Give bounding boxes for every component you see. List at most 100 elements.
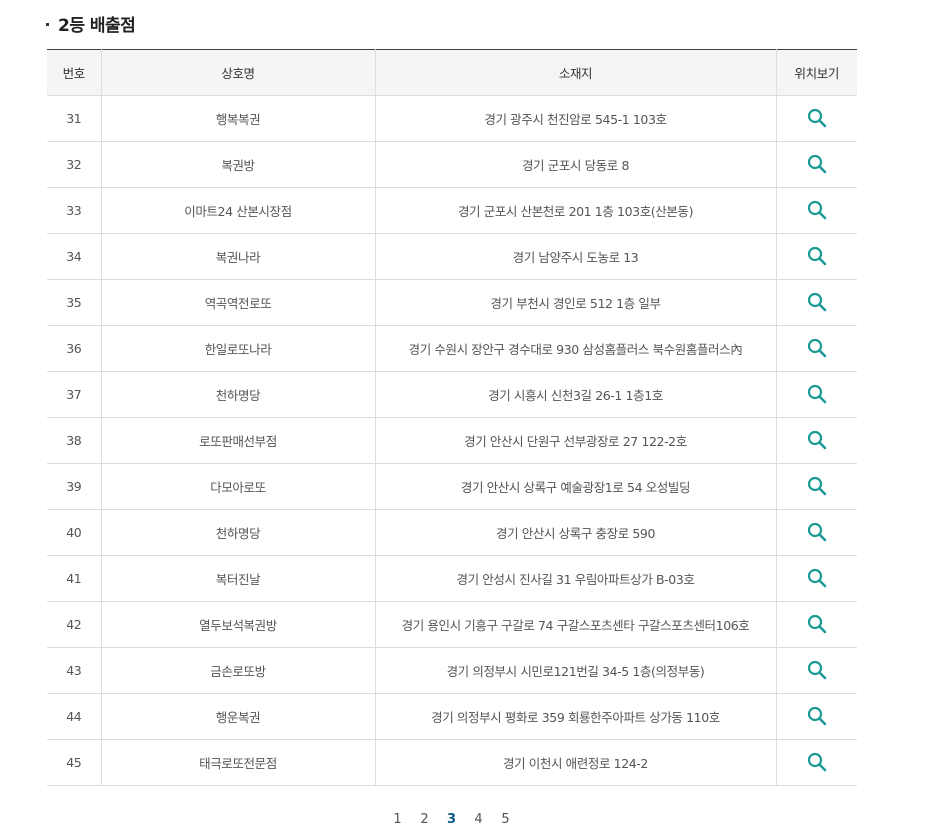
cell-number: 41 — [47, 555, 102, 602]
title-bullet — [46, 22, 49, 26]
cell-number: 42 — [47, 601, 102, 648]
cell-store-name: 로또판매선부점 — [100, 417, 376, 464]
cell-number: 31 — [47, 95, 102, 142]
table-row: 39 다모아로또 경기 안산시 상록구 예술광장1로 54 오성빌딩 — [47, 463, 857, 510]
table-row: 43 금손로또방 경기 의정부시 시민로121번길 34-5 1층(의정부동) — [47, 647, 857, 694]
cell-number: 40 — [47, 509, 102, 556]
cell-address: 경기 부천시 경인로 512 1층 일부 — [374, 279, 777, 326]
table-row: 44 행운복권 경기 의정부시 평화로 359 회룡한주아파트 상가동 110호 — [47, 693, 857, 740]
cell-store-name: 행운복권 — [100, 693, 376, 740]
page: 2등 배출점 번호 상호명 소재지 위치보기 31 행복복권 경기 광주시 천진암로… — [0, 0, 951, 837]
search-icon[interactable] — [807, 660, 827, 680]
store-table: 번호 상호명 소재지 위치보기 31 행복복권 경기 광주시 천진암로 545-1 … — [47, 49, 857, 786]
header-address: 소재지 — [374, 49, 777, 96]
view-location-button[interactable] — [805, 106, 829, 130]
cell-map — [775, 187, 857, 234]
search-icon[interactable] — [807, 246, 827, 266]
search-icon[interactable] — [807, 154, 827, 174]
view-location-button[interactable] — [805, 382, 829, 406]
page-link-4[interactable]: 4 — [465, 812, 492, 832]
search-icon[interactable] — [807, 292, 827, 312]
cell-number: 45 — [47, 739, 102, 786]
cell-address: 경기 용인시 기흥구 구갈로 74 구갈스포츠센타 구갈스포츠센터106호 — [374, 601, 777, 648]
search-icon[interactable] — [807, 108, 827, 128]
search-icon[interactable] — [807, 752, 827, 772]
table-row: 38 로또판매선부점 경기 안산시 단원구 선부광장로 27 122-2호 — [47, 417, 857, 464]
cell-map — [775, 371, 857, 418]
cell-address: 경기 시흥시 신천3길 26-1 1층1호 — [374, 371, 777, 418]
view-location-button[interactable] — [805, 244, 829, 268]
search-icon[interactable] — [807, 614, 827, 634]
view-location-button[interactable] — [805, 704, 829, 728]
table-row: 42 열두보석복권방 경기 용인시 기흥구 구갈로 74 구갈스포츠센타 구갈스포츠… — [47, 601, 857, 648]
cell-number: 34 — [47, 233, 102, 280]
cell-number: 35 — [47, 279, 102, 326]
cell-map — [775, 417, 857, 464]
cell-address: 경기 군포시 당동로 8 — [374, 141, 777, 188]
section-title-text: 2등 배출점 — [58, 15, 136, 36]
cell-address: 경기 안산시 상록구 충장로 590 — [374, 509, 777, 556]
header-map: 위치보기 — [775, 49, 857, 96]
search-icon[interactable] — [807, 200, 827, 220]
cell-number: 36 — [47, 325, 102, 372]
view-location-button[interactable] — [805, 290, 829, 314]
cell-address: 경기 안성시 진사길 31 우림아파트상가 B-03호 — [374, 555, 777, 602]
table-row: 36 한일로또나라 경기 수원시 장안구 경수대로 930 삼성홈플러스 북수원홈플… — [47, 325, 857, 372]
cell-number: 32 — [47, 141, 102, 188]
cell-map — [775, 739, 857, 786]
view-location-button[interactable] — [805, 198, 829, 222]
cell-address: 경기 안산시 상록구 예술광장1로 54 오성빌딩 — [374, 463, 777, 510]
view-location-button[interactable] — [805, 520, 829, 544]
cell-map — [775, 279, 857, 326]
search-icon[interactable] — [807, 706, 827, 726]
table-row: 33 이마트24 산본시장점 경기 군포시 산본천로 201 1층 103호(산본동… — [47, 187, 857, 234]
view-location-button[interactable] — [805, 474, 829, 498]
cell-store-name: 금손로또방 — [100, 647, 376, 694]
cell-store-name: 복터진날 — [100, 555, 376, 602]
cell-store-name: 다모아로또 — [100, 463, 376, 510]
search-icon[interactable] — [807, 476, 827, 496]
search-icon[interactable] — [807, 338, 827, 358]
cell-store-name: 태극로또전문점 — [100, 739, 376, 786]
search-icon[interactable] — [807, 568, 827, 588]
page-link-2[interactable]: 2 — [411, 812, 438, 832]
cell-map — [775, 325, 857, 372]
cell-map — [775, 601, 857, 648]
view-location-button[interactable] — [805, 612, 829, 636]
cell-store-name: 이마트24 산본시장점 — [100, 187, 376, 234]
cell-store-name: 천하명당 — [100, 509, 376, 556]
view-location-button[interactable] — [805, 566, 829, 590]
table-row: 32 복권방 경기 군포시 당동로 8 — [47, 141, 857, 188]
cell-address: 경기 군포시 산본천로 201 1층 103호(산본동) — [374, 187, 777, 234]
cell-address: 경기 수원시 장안구 경수대로 930 삼성홈플러스 북수원홈플러스內 — [374, 325, 777, 372]
cell-store-name: 천하명당 — [100, 371, 376, 418]
table-header-row: 번호 상호명 소재지 위치보기 — [47, 49, 857, 96]
cell-map — [775, 233, 857, 280]
search-icon[interactable] — [807, 384, 827, 404]
cell-store-name: 열두보석복권방 — [100, 601, 376, 648]
table-header: 번호 상호명 소재지 위치보기 — [47, 49, 857, 96]
view-location-button[interactable] — [805, 336, 829, 360]
table-row: 37 천하명당 경기 시흥시 신천3길 26-1 1층1호 — [47, 371, 857, 418]
cell-map — [775, 693, 857, 740]
cell-number: 43 — [47, 647, 102, 694]
search-icon[interactable] — [807, 430, 827, 450]
cell-map — [775, 555, 857, 602]
page-link-3[interactable]: 3 — [438, 812, 465, 832]
table-body: 31 행복복권 경기 광주시 천진암로 545-1 103호 32 복권방 경기 군포시 … — [47, 95, 857, 786]
search-icon[interactable] — [807, 522, 827, 542]
cell-store-name: 복권나라 — [100, 233, 376, 280]
cell-number: 44 — [47, 693, 102, 740]
cell-map — [775, 141, 857, 188]
view-location-button[interactable] — [805, 428, 829, 452]
page-link-5[interactable]: 5 — [492, 812, 519, 832]
view-location-button[interactable] — [805, 152, 829, 176]
page-link-1[interactable]: 1 — [384, 812, 411, 832]
table-row: 34 복권나라 경기 남양주시 도농로 13 — [47, 233, 857, 280]
view-location-button[interactable] — [805, 750, 829, 774]
view-location-button[interactable] — [805, 658, 829, 682]
cell-map — [775, 95, 857, 142]
cell-store-name: 역곡역전로또 — [100, 279, 376, 326]
cell-map — [775, 509, 857, 556]
cell-address: 경기 광주시 천진암로 545-1 103호 — [374, 95, 777, 142]
